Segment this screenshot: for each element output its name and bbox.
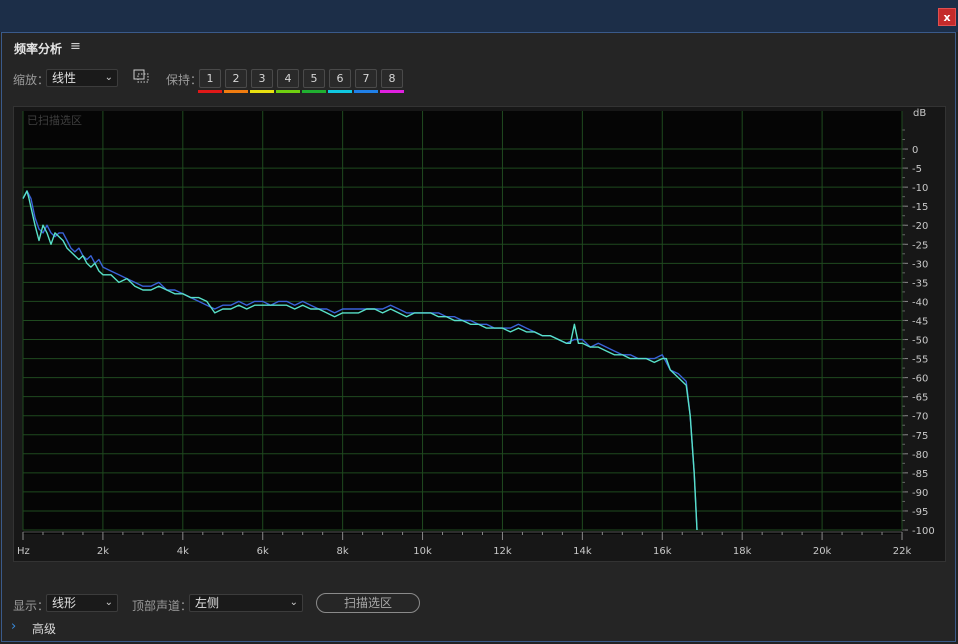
x-tick-label: 8k	[337, 546, 349, 557]
y-tick-label: -10	[912, 183, 928, 194]
y-tick-label: -75	[912, 431, 928, 442]
x-tick-label: 6k	[257, 546, 269, 557]
hold-color-swatch-3	[250, 90, 274, 93]
chevron-down-icon: ⌄	[289, 597, 298, 608]
scanned-selection-overlay-label: 已扫描选区	[27, 113, 82, 127]
y-tick-label: -25	[912, 240, 928, 251]
y-tick-label: -70	[912, 412, 928, 423]
y-tick-label: 0	[912, 145, 918, 156]
y-tick-label: -20	[912, 221, 928, 232]
panel-title: 频率分析	[14, 42, 63, 56]
y-tick-label: -60	[912, 374, 928, 385]
x-tick-label: 14k	[573, 546, 592, 557]
hold-color-swatch-1	[198, 90, 222, 93]
plot-background	[23, 111, 902, 534]
x-tick-label: 16k	[653, 546, 672, 557]
close-button[interactable]: x	[938, 8, 956, 26]
zoom-label: 缩放：	[13, 73, 50, 87]
spectrum-plot[interactable]: 0 -5 -10 -15 -20 -25 -30 -35 -40 -45 -50 -55 -60 -65 -…	[13, 106, 946, 562]
hold-color-swatch-7	[354, 90, 378, 93]
y-tick-label: -95	[912, 507, 928, 518]
top-channel-select-value: 左侧	[195, 596, 220, 610]
y-tick-label: -15	[912, 202, 928, 213]
x-tick-label: 2k	[97, 546, 109, 557]
title-bar: x	[0, 0, 958, 32]
panel-menu-icon[interactable]: ≡	[70, 39, 81, 54]
hold-color-swatch-8	[380, 90, 404, 93]
hold-label: 保持：	[166, 73, 203, 87]
x-tick-label: 18k	[733, 546, 752, 557]
marquee-select-icon[interactable]	[133, 69, 149, 83]
display-select[interactable]: 线形 ⌄	[46, 594, 118, 612]
y-tick-label: -90	[912, 488, 928, 499]
y-tick-label: -55	[912, 355, 928, 366]
scan-selection-button[interactable]: 扫描选区	[316, 593, 420, 613]
hold-button-2[interactable]: 2	[225, 69, 247, 88]
y-tick-label: -40	[912, 297, 928, 308]
x-tick-label: 4k	[177, 546, 189, 557]
x-unit-label: Hz	[17, 546, 30, 557]
spectrum-chart: 0 -5 -10 -15 -20 -25 -30 -35 -40 -45 -50 -55 -60 -65 -…	[17, 108, 935, 557]
top-channel-label: 顶部声道：	[132, 599, 193, 613]
chevron-down-icon: ⌄	[104, 597, 113, 608]
display-select-value: 线形	[52, 596, 77, 610]
x-tick-label: 20k	[813, 546, 832, 557]
x-tick-label: 12k	[493, 546, 512, 557]
y-tick-label: -35	[912, 278, 928, 289]
hold-color-swatch-4	[276, 90, 300, 93]
x-tick-label: 22k	[893, 546, 912, 557]
x-tick-label: 10k	[413, 546, 432, 557]
hold-color-swatch-5	[302, 90, 326, 93]
y-tick-label: -50	[912, 336, 928, 347]
hold-button-6[interactable]: 6	[329, 69, 351, 88]
y-tick-label: -80	[912, 450, 928, 461]
y-unit-label: dB	[913, 108, 926, 119]
y-tick-label: -5	[912, 164, 922, 175]
hold-button-5[interactable]: 5	[303, 69, 325, 88]
hold-button-7[interactable]: 7	[355, 69, 377, 88]
y-tick-label: -100	[912, 526, 935, 537]
display-label: 显示：	[13, 599, 50, 613]
zoom-select-value: 线性	[52, 71, 77, 85]
chevron-down-icon: ⌄	[104, 72, 113, 83]
chevron-right-icon[interactable]: ›	[11, 619, 16, 634]
y-tick-label: -45	[912, 316, 928, 327]
zoom-select[interactable]: 线性 ⌄	[46, 69, 118, 87]
hold-button-3[interactable]: 3	[251, 69, 273, 88]
hold-button-8[interactable]: 8	[381, 69, 403, 88]
top-channel-select[interactable]: 左侧 ⌄	[189, 594, 303, 612]
hold-color-swatch-6	[328, 90, 352, 93]
y-tick-label: -65	[912, 393, 928, 404]
frequency-analysis-panel: 频率分析 ≡ 缩放： 线性 ⌄ 保持： 12345678 0 -5 -10 -15 -2…	[1, 32, 956, 642]
advanced-toggle[interactable]: 高级	[32, 620, 56, 637]
hold-button-4[interactable]: 4	[277, 69, 299, 88]
y-tick-label: -30	[912, 259, 928, 270]
y-tick-label: -85	[912, 469, 928, 480]
hold-button-1[interactable]: 1	[199, 69, 221, 88]
hold-color-swatch-2	[224, 90, 248, 93]
